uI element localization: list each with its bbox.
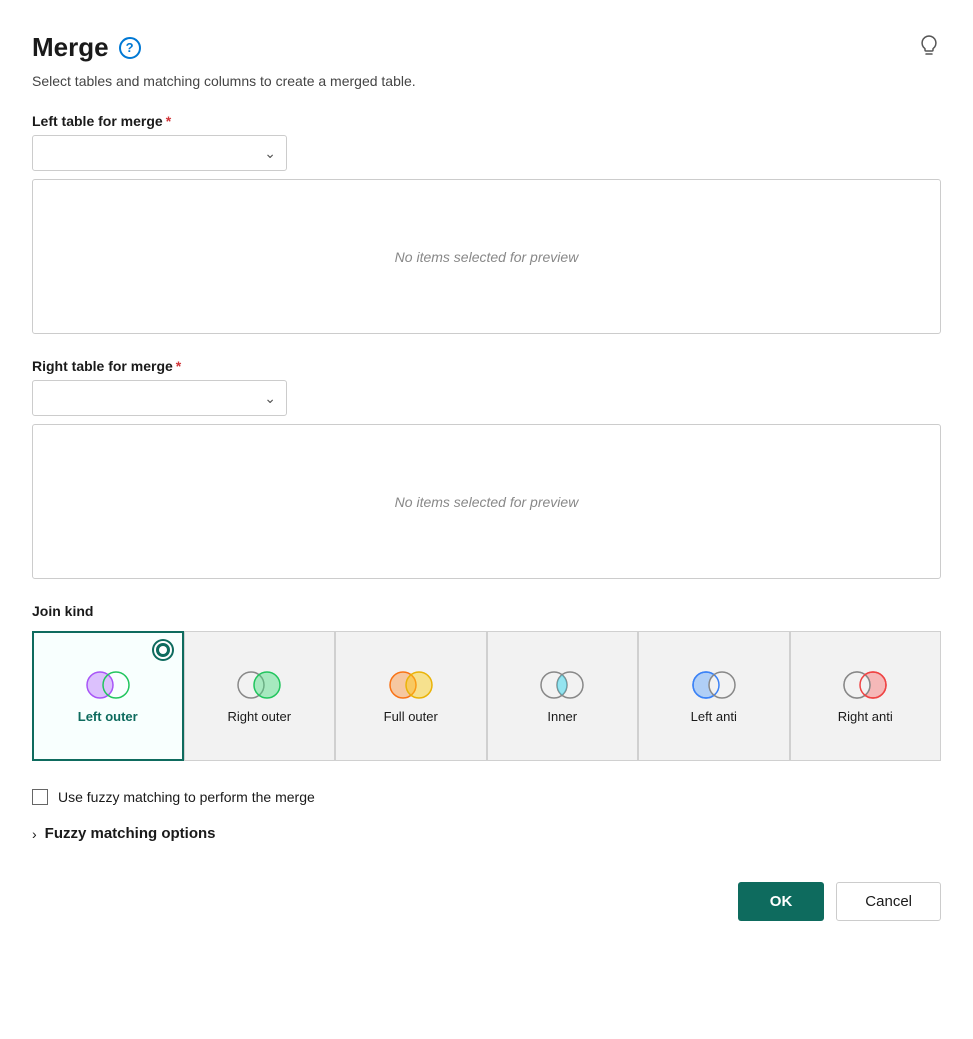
join-card-left-outer[interactable]: Left outer [32, 631, 184, 761]
join-card-inner[interactable]: Inner [487, 631, 639, 761]
selected-indicator [154, 641, 172, 659]
fuzzy-checkbox[interactable] [32, 789, 48, 805]
join-kind-section: Join kind Left outer Right outer [32, 603, 941, 761]
lightbulb-icon[interactable] [917, 33, 941, 63]
right-table-label: Right table for merge* [32, 358, 941, 374]
right-table-required: * [176, 358, 181, 374]
right-table-dropdown-arrow: ⌄ [264, 390, 276, 407]
left-table-preview-text: No items selected for preview [395, 249, 579, 265]
join-card-right-anti[interactable]: Right anti [790, 631, 942, 761]
right-anti-label: Right anti [838, 709, 893, 724]
ok-button[interactable]: OK [738, 882, 825, 921]
page-title: Merge [32, 32, 109, 63]
join-kind-label: Join kind [32, 603, 941, 619]
subtitle: Select tables and matching columns to cr… [32, 73, 941, 89]
right-table-preview-text: No items selected for preview [395, 494, 579, 510]
right-outer-label: Right outer [227, 709, 291, 724]
join-card-full-outer[interactable]: Full outer [335, 631, 487, 761]
left-table-dropdown-arrow: ⌄ [264, 145, 276, 162]
right-table-dropdown[interactable]: ⌄ [32, 380, 287, 416]
left-table-dropdown[interactable]: ⌄ [32, 135, 287, 171]
left-anti-venn-icon [688, 669, 740, 701]
join-options: Left outer Right outer Full outer [32, 631, 941, 761]
fuzzy-matching-row: Use fuzzy matching to perform the merge [32, 789, 941, 805]
left-anti-label: Left anti [691, 709, 737, 724]
fuzzy-options-label: Fuzzy matching options [45, 825, 216, 842]
footer-row: OK Cancel [32, 882, 941, 921]
join-card-left-anti[interactable]: Left anti [638, 631, 790, 761]
inner-venn-icon [536, 669, 588, 701]
left-table-required: * [166, 113, 171, 129]
right-anti-venn-icon [839, 669, 891, 701]
left-outer-label: Left outer [78, 709, 138, 724]
right-outer-venn-icon [233, 669, 285, 701]
chevron-right-icon: › [32, 826, 37, 842]
left-table-preview: No items selected for preview [32, 179, 941, 334]
inner-label: Inner [547, 709, 577, 724]
right-table-section: Right table for merge* ⌄ No items select… [32, 358, 941, 579]
left-outer-venn-icon [82, 669, 134, 701]
join-card-right-outer[interactable]: Right outer [184, 631, 336, 761]
left-table-label: Left table for merge* [32, 113, 941, 129]
header-row: Merge ? [32, 32, 941, 63]
fuzzy-options-row[interactable]: › Fuzzy matching options [32, 825, 941, 842]
left-table-section: Left table for merge* ⌄ No items selecte… [32, 113, 941, 334]
right-table-preview: No items selected for preview [32, 424, 941, 579]
cancel-button[interactable]: Cancel [836, 882, 941, 921]
full-outer-label: Full outer [384, 709, 438, 724]
full-outer-venn-icon [385, 669, 437, 701]
help-icon[interactable]: ? [119, 37, 141, 59]
title-group: Merge ? [32, 32, 141, 63]
fuzzy-checkbox-label: Use fuzzy matching to perform the merge [58, 789, 315, 805]
